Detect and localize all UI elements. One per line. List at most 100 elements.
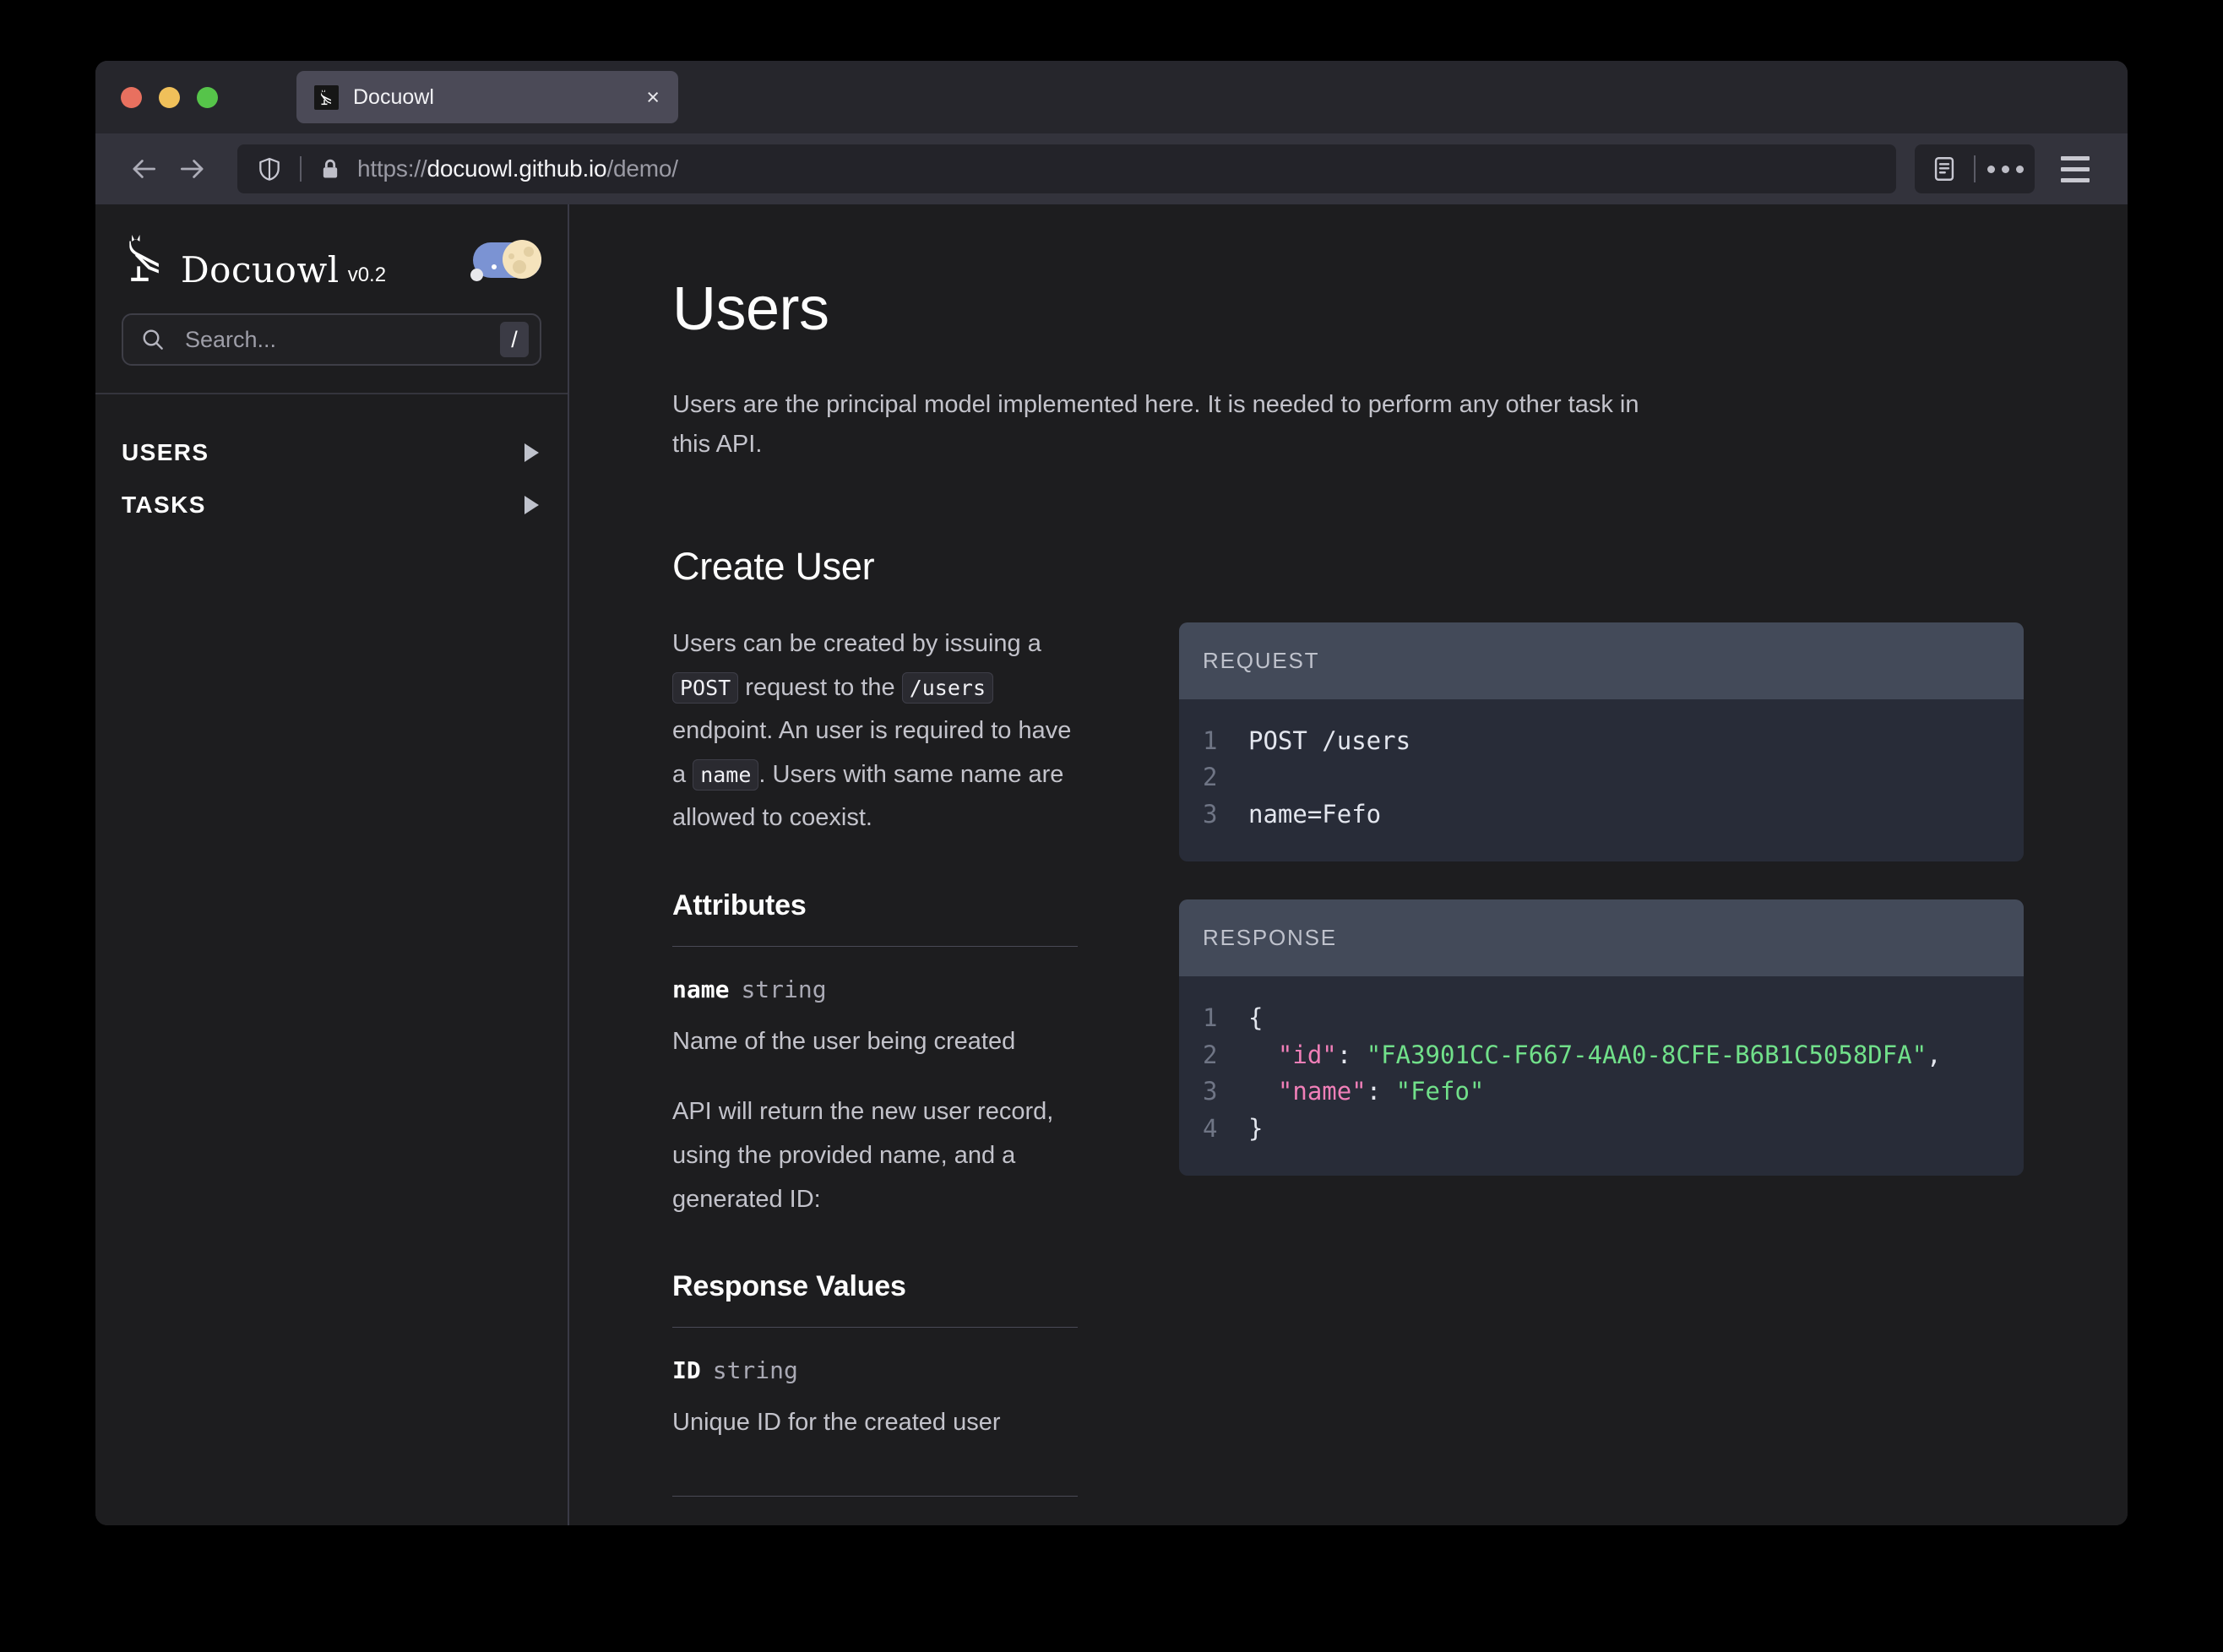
browser-tabstrip: Docuowl × [95,61,2128,133]
main-content: Users Users are the principal model impl… [569,204,2128,1525]
attribute-header: name string [672,975,1078,1003]
owl-icon [314,84,339,110]
brand[interactable]: Docuowl v0.2 [122,233,386,288]
close-icon[interactable]: × [646,85,660,109]
url-scheme: https:// [357,155,427,182]
sidebar-item-label: USERS [122,439,209,465]
request-card-body: 1 POST /users 2 3 name=Fefo [1179,699,2024,862]
page-title: Users [672,275,829,343]
para-text: request to the [745,673,895,701]
code-line: 3 name=Fefo [1179,796,2024,834]
brand-row: Docuowl v0.2 [122,233,541,287]
browser-window: Docuowl × https://docuowl.github.io/demo… [95,61,2128,1525]
line-number: 2 [1203,1040,1218,1069]
theme-toggle[interactable] [470,240,541,281]
browser-tab-title: Docuowl [353,84,434,109]
section-paragraph-1: Users can be created by issuing a POST r… [672,622,1078,840]
attribute-row: name string Name of the user being create… [672,947,1078,1091]
response-value-name: ID [672,1356,701,1385]
response-value-row: ID string Unique ID for the created user [672,1328,1078,1472]
response-value-header: ID string [672,1356,1078,1384]
json-separator: : [1366,1077,1396,1106]
json-value: "FA3901CC-F667-4AA0-8CFE-B6B1C5058DFA" [1366,1040,1927,1069]
ellipsis-icon[interactable] [1981,144,2030,193]
code-line: 1 POST /users [1179,723,2024,760]
browser-toolbar: https://docuowl.github.io/demo/ [95,133,2128,204]
code-line: 1 { [1179,1000,2024,1037]
response-code-card: RESPONSE 1 { 2 "id": "FA3901CC-F667-4AA0… [1179,899,2024,1177]
attribute-description: Name of the user being created [672,1027,1016,1055]
inline-code-users: /users [901,671,993,704]
search-icon [139,326,166,353]
section-right-column: REQUEST 1 POST /users 2 3 name=Fefo RESP… [1179,622,2024,1215]
attribute-name: name [672,975,730,1003]
brand-name: Docuowl [181,248,340,291]
response-card-header: RESPONSE [1179,899,2024,977]
json-separator: : [1336,1040,1367,1069]
request-code-card: REQUEST 1 POST /users 2 3 name=Fefo [1179,622,2024,862]
response-card-body: 1 { 2 "id": "FA3901CC-F667-4AA0-8CFE-B6B… [1179,976,2024,1176]
sidebar: Docuowl v0.2 Search... / USERS TASKS [95,204,569,1525]
moon-icon [503,240,541,279]
hamburger-menu-icon[interactable] [2048,144,2102,193]
shield-icon[interactable] [256,155,283,182]
reader-view-icon[interactable] [1920,144,1969,193]
sidebar-item-label: TASKS [122,492,206,518]
code-line: 2 [1179,759,2024,796]
response-values-title: Response Values [672,1270,906,1303]
line-number: 4 [1203,1113,1218,1143]
code-line: 2 "id": "FA3901CC-F667-4AA0-8CFE-B6B1C50… [1179,1037,2024,1074]
section-create-user: Create User Users can be created by issu… [672,545,2026,1525]
json-comma: , [1927,1040,1942,1069]
line-number: 2 [1203,763,1218,792]
code-text: { [1248,1003,1264,1033]
search-box[interactable]: / [122,313,541,366]
sidebar-header: Docuowl v0.2 Search... / [95,204,568,394]
code-text: POST /users [1248,725,1411,755]
forward-arrow-icon[interactable] [168,144,217,193]
code-text: } [1248,1113,1264,1143]
code-line: 3 "name": "Fefo" [1179,1073,2024,1111]
request-card-header: REQUEST [1179,622,2024,699]
star-dot [492,264,497,269]
page-intro: Users are the principal model implemente… [672,391,1639,458]
toolbar-actions [1915,144,2102,193]
window-close-button[interactable] [121,86,142,108]
brand-version: v0.2 [347,263,387,286]
line-number: 1 [1203,1003,1218,1033]
code-text: name=Fefo [1248,799,1382,829]
back-arrow-icon[interactable] [119,144,168,193]
toolbar-divider [1974,155,1976,182]
window-zoom-button[interactable] [197,86,218,108]
url-bar[interactable]: https://docuowl.github.io/demo/ [237,144,1896,193]
section-paragraph-2: API will return the new user record, usi… [672,1098,1054,1213]
lock-icon[interactable] [318,157,342,181]
line-number: 3 [1203,799,1218,829]
owl-logo [122,233,169,288]
window-minimize-button[interactable] [159,86,180,108]
attribute-type: string [741,975,827,1003]
search-input[interactable] [185,326,500,353]
chevron-right-icon [524,443,539,462]
json-value: "Fefo" [1395,1077,1485,1106]
sidebar-item-tasks[interactable]: TASKS [95,479,568,531]
url-path: /demo/ [606,155,678,182]
json-key: "id" [1277,1040,1337,1069]
toolbar-action-group [1915,144,2035,193]
response-value-type: string [712,1356,798,1385]
url-domain: docuowl.github.io [427,155,607,182]
section-left-column: Users can be created by issuing a POST r… [672,622,1078,1525]
line-number: 3 [1203,1077,1218,1106]
line-number: 1 [1203,725,1218,755]
sidebar-nav: USERS TASKS [95,394,568,531]
code-line: 4 } [1179,1111,2024,1148]
url-text: https://docuowl.github.io/demo/ [357,155,678,182]
response-value-description: Unique ID for the created user [672,1409,1001,1437]
attributes-title: Attributes [672,888,807,921]
sidebar-item-users[interactable]: USERS [95,427,568,479]
json-key: "name" [1277,1077,1367,1106]
page-body: Docuowl v0.2 Search... / USERS TASKS Use… [95,204,2128,1525]
browser-tab[interactable]: Docuowl × [296,71,678,123]
search-shortcut-badge: / [500,322,529,357]
moonlet-dot [470,269,483,281]
